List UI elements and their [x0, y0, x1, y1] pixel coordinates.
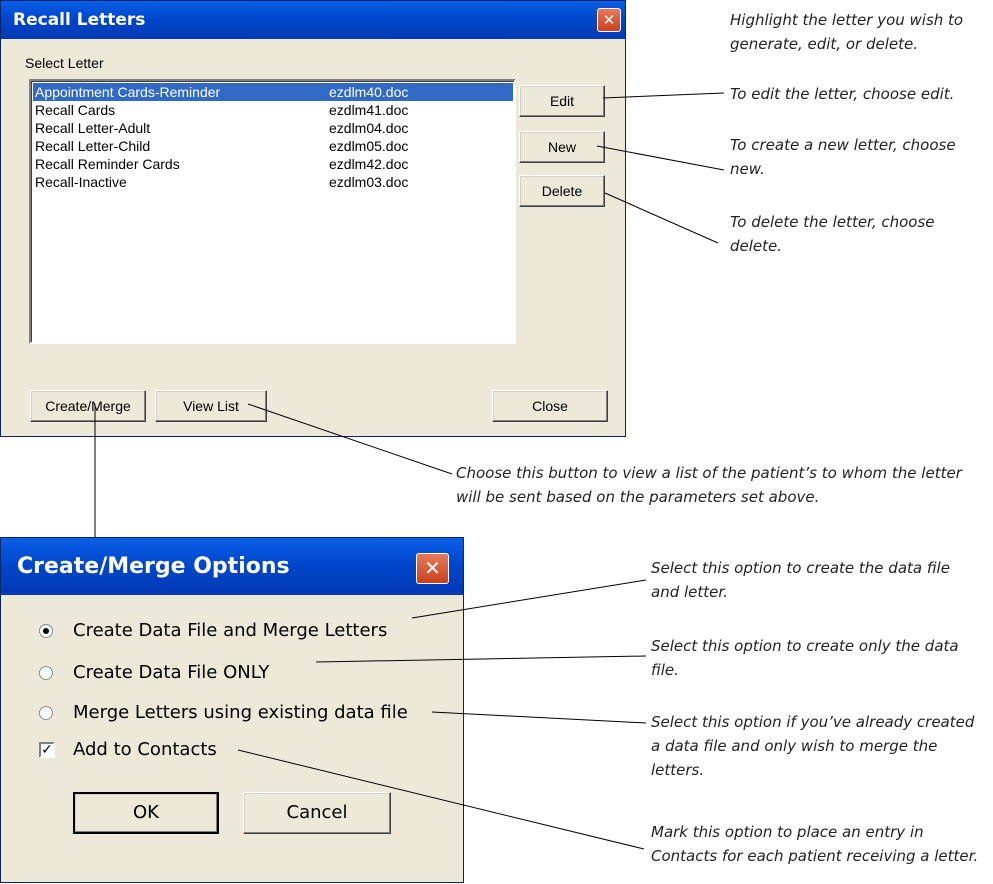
radio-merge-existing[interactable]	[39, 706, 53, 720]
option-create-and-merge-label: Create Data File and Merge Letters	[73, 620, 388, 641]
create-merge-title: Create/Merge Options	[17, 554, 290, 579]
letter-list-row[interactable]: Recall Reminder Cards ezdlm42.doc	[33, 155, 513, 173]
annotation-delete: To delete the letter, choose delete.	[730, 213, 935, 255]
letter-file: ezdlm03.doc	[329, 174, 409, 190]
letter-file: ezdlm40.doc	[329, 84, 409, 100]
close-icon[interactable]: ✕	[597, 8, 621, 32]
annotation-new: To create a new letter, choose new.	[730, 136, 956, 178]
letter-list-row[interactable]: Recall Letter-Adult ezdlm04.doc	[33, 119, 513, 137]
add-to-contacts-checkbox[interactable]: ✓	[39, 742, 55, 758]
option-create-data-only-label: Create Data File ONLY	[73, 662, 270, 683]
create-merge-button[interactable]: Create/Merge	[30, 390, 146, 422]
recall-letters-titlebar[interactable]: Recall Letters	[1, 1, 625, 39]
close-button[interactable]: Close	[492, 390, 608, 422]
letter-name: Recall-Inactive	[35, 174, 127, 190]
letter-file: ezdlm04.doc	[329, 120, 409, 136]
letter-name: Appointment Cards-Reminder	[35, 84, 221, 100]
ok-button[interactable]: OK	[73, 792, 219, 834]
annotation-edit: To edit the letter, choose edit.	[730, 85, 955, 103]
radio-create-and-merge[interactable]	[39, 624, 53, 638]
letter-name: Recall Letter-Adult	[35, 120, 151, 136]
annotation-highlight: Highlight the letter you wish to generat…	[730, 11, 964, 53]
annotation-option-1: Select this option to create the data fi…	[651, 559, 950, 601]
close-icon[interactable]: ✕	[416, 553, 449, 584]
letter-list[interactable]: Appointment Cards-Reminder ezdlm40.doc Rec…	[29, 79, 516, 344]
annotation-option-3: Select this option if you’ve already cre…	[651, 713, 975, 779]
delete-button[interactable]: Delete	[519, 175, 605, 207]
callout-option-3	[431, 711, 647, 724]
letter-file: ezdlm41.doc	[329, 102, 409, 118]
annotation-contacts: Mark this option to place an entry in Co…	[651, 823, 979, 865]
create-merge-options-dialog: Create/Merge Options ✕ Create Data File …	[0, 537, 464, 883]
radio-create-data-only[interactable]	[39, 666, 53, 680]
letter-list-row[interactable]: Recall Cards ezdlm41.doc	[33, 101, 513, 119]
annotation-view-list: Choose this button to view a list of the…	[456, 464, 962, 506]
new-button[interactable]: New	[519, 131, 605, 163]
letter-list-row[interactable]: Appointment Cards-Reminder ezdlm40.doc	[33, 83, 513, 101]
letter-name: Recall Letter-Child	[35, 138, 151, 154]
letter-name: Recall Reminder Cards	[35, 156, 180, 172]
annotation-option-2: Select this option to create only the da…	[651, 637, 959, 679]
letter-file: ezdlm42.doc	[329, 156, 409, 172]
view-list-button[interactable]: View List	[155, 390, 267, 422]
letter-list-row[interactable]: Recall-Inactive ezdlm03.doc	[33, 173, 513, 191]
select-letter-label: Select Letter	[25, 55, 104, 71]
cancel-button[interactable]: Cancel	[243, 792, 391, 834]
letter-list-row[interactable]: Recall Letter-Child ezdlm05.doc	[33, 137, 513, 155]
letter-name: Recall Cards	[35, 102, 116, 118]
recall-letters-dialog: Recall Letters ✕ Select Letter Appointme…	[0, 0, 626, 437]
recall-letters-title: Recall Letters	[13, 10, 146, 30]
edit-button[interactable]: Edit	[519, 85, 605, 117]
letter-file: ezdlm05.doc	[329, 138, 409, 154]
create-merge-titlebar[interactable]: Create/Merge Options	[1, 538, 463, 595]
option-merge-existing-label: Merge Letters using existing data file	[73, 702, 408, 723]
add-to-contacts-label: Add to Contacts	[73, 739, 217, 760]
